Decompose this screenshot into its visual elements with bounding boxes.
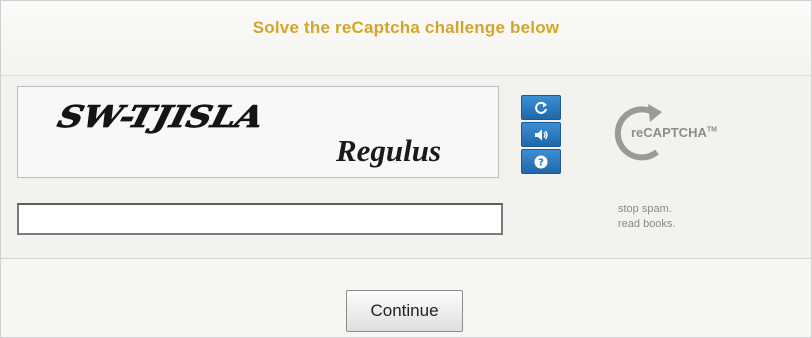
svg-text:?: ? [538,157,544,168]
refresh-icon [535,101,547,114]
captcha-word-distorted: SW-TJISLA [54,99,267,135]
recaptcha-tagline: stop spam. read books. [618,202,675,232]
captcha-image-canvas: SW-TJISLA Regulus [54,98,441,168]
logo-wordmark: reCAPTCHA [631,125,707,140]
captcha-dialog: Solve the reCaptcha challenge below SW-T… [0,0,812,338]
captcha-answer-input[interactable] [17,203,503,235]
captcha-controls: ? [521,95,561,175]
help-button[interactable]: ? [521,149,561,174]
header-strip: Solve the reCaptcha challenge below [1,1,811,76]
audio-challenge-button[interactable] [521,122,561,147]
captcha-image: SW-TJISLA Regulus [17,86,499,178]
dialog-title: Solve the reCaptcha challenge below [252,18,560,37]
recaptcha-logo-text: reCAPTCHATM [631,125,717,140]
help-icon: ? [534,155,548,168]
reload-challenge-button[interactable] [521,95,561,120]
recaptcha-logo: reCAPTCHATM [610,100,760,172]
logo-trademark: TM [706,126,717,134]
captcha-word-plain: Regulus [335,133,441,168]
audio-icon [535,129,548,140]
tagline-line-2: read books. [618,218,676,230]
continue-button[interactable]: Continue [346,290,463,332]
recaptcha-widget: SW-TJISLA Regulus ? reCAPTCHATM stop spa… [1,76,811,259]
tagline-line-1: stop spam. [618,203,672,215]
